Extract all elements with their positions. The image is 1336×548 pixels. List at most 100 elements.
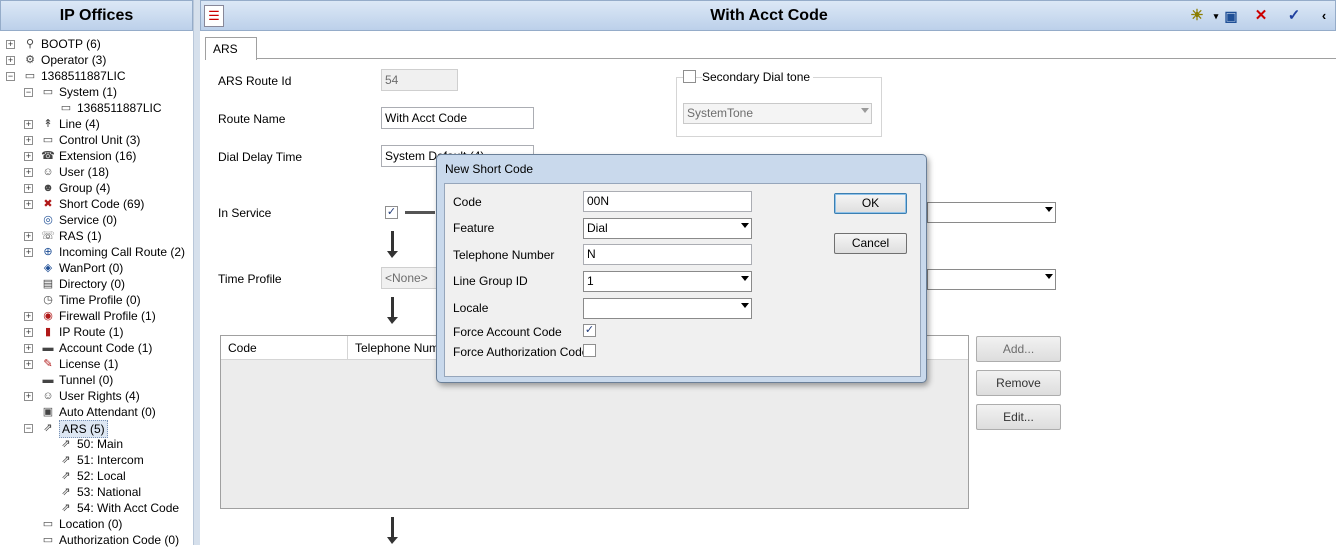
cancel-button[interactable]: Cancel	[834, 233, 907, 254]
tree-item[interactable]: ⇗ 54: With Acct Code	[0, 500, 194, 516]
expand-icon[interactable]: +	[24, 312, 33, 321]
time-profile-dropdown[interactable]	[927, 269, 1056, 290]
expand-icon[interactable]: +	[24, 200, 33, 209]
locale-select[interactable]	[583, 298, 752, 319]
tree-item[interactable]: + ◉ Firewall Profile (1)	[0, 308, 194, 324]
route-dropdown[interactable]	[927, 202, 1056, 223]
expand-icon[interactable]: +	[24, 360, 33, 369]
tree-item[interactable]: − ▭ System (1)	[0, 84, 194, 100]
navigation-panel-title: IP Offices	[0, 0, 193, 31]
dialog-body: Code 00N Feature Dial Telephone Number N…	[444, 183, 921, 377]
remove-button[interactable]: Remove	[976, 370, 1061, 396]
expand-icon[interactable]: +	[24, 232, 33, 241]
list-view-icon[interactable]: ☰	[204, 5, 224, 27]
tree-item-label: RAS (1)	[59, 229, 102, 243]
ok-button[interactable]: OK	[834, 193, 907, 214]
tree-item[interactable]: ▬ Tunnel (0)	[0, 372, 194, 388]
expand-icon[interactable]: +	[24, 344, 33, 353]
collapse-icon[interactable]: −	[6, 72, 15, 81]
expand-icon[interactable]: +	[24, 152, 33, 161]
detail-title: With Acct Code	[710, 7, 828, 24]
tree-item[interactable]: + ▮ IP Route (1)	[0, 324, 194, 340]
tab-ars[interactable]: ARS	[205, 37, 257, 60]
tree-item[interactable]: ▭ 1368511887LIC	[0, 100, 194, 116]
secondary-dial-tone-label: Secondary Dial tone	[702, 70, 814, 84]
code-field[interactable]: 00N	[583, 191, 752, 212]
telephone-number-label: Telephone Number	[453, 248, 555, 262]
delete-icon[interactable]: ✕	[1251, 6, 1271, 26]
tree-item-label: Firewall Profile (1)	[59, 309, 156, 323]
tree-item[interactable]: + ☻ Group (4)	[0, 180, 194, 196]
flow-arrow-icon	[387, 231, 398, 258]
secondary-dial-tone-checkbox[interactable]	[683, 70, 696, 83]
tree-item[interactable]: ⇗ 53: National	[0, 484, 194, 500]
tree-item[interactable]: ▣ Auto Attendant (0)	[0, 404, 194, 420]
tree-item[interactable]: + ⊕ Incoming Call Route (2)	[0, 244, 194, 260]
tree-item[interactable]: + ▭ Control Unit (3)	[0, 132, 194, 148]
feature-select[interactable]: Dial	[583, 218, 752, 239]
time-profile-label: Time Profile	[218, 272, 282, 286]
expand-icon[interactable]: +	[24, 248, 33, 257]
add-button[interactable]: Add...	[976, 336, 1061, 362]
tree-item[interactable]: ▭ Authorization Code (0)	[0, 532, 194, 548]
tree-item[interactable]: + ☺ User (18)	[0, 164, 194, 180]
tree-item[interactable]: ▤ Directory (0)	[0, 276, 194, 292]
service-icon: ◎	[43, 214, 53, 226]
expand-icon[interactable]: +	[24, 184, 33, 193]
secondary-dial-tone-select: SystemTone	[683, 103, 872, 124]
line-group-id-select[interactable]: 1	[583, 271, 752, 292]
tree-item[interactable]: + ↟ Line (4)	[0, 116, 194, 132]
expand-icon[interactable]: +	[6, 56, 15, 65]
expand-icon[interactable]: +	[6, 40, 15, 49]
tree-item-label: WanPort (0)	[59, 261, 124, 275]
tree-item[interactable]: + ☺ User Rights (4)	[0, 388, 194, 404]
navigation-panel: IP Offices + ⚲ BOOTP (6) + ⚙ Operator (3) − ▭ 13…	[0, 0, 194, 548]
collapse-icon[interactable]: −	[24, 88, 33, 97]
expand-icon[interactable]: +	[24, 168, 33, 177]
tree-item[interactable]: + ✎ License (1)	[0, 356, 194, 372]
tree-item[interactable]: − ▭ 1368511887LIC	[0, 68, 194, 84]
tree-item[interactable]: ◈ WanPort (0)	[0, 260, 194, 276]
validate-icon[interactable]: ✓	[1284, 6, 1304, 26]
tree-item[interactable]: + ⚲ BOOTP (6)	[0, 36, 194, 52]
export-icon[interactable]: ▣	[1221, 6, 1241, 26]
code-label: Code	[453, 195, 482, 209]
edit-button[interactable]: Edit...	[976, 404, 1061, 430]
tree-item-label: Operator (3)	[41, 53, 107, 67]
feature-label: Feature	[453, 221, 495, 235]
back-icon[interactable]: ‹	[1314, 6, 1334, 26]
collapse-icon[interactable]: −	[24, 424, 33, 433]
tree-item-label: IP Route (1)	[59, 325, 124, 339]
incoming-call-route-icon: ⊕	[43, 246, 53, 258]
telephone-number-field[interactable]: N	[583, 244, 752, 265]
expand-icon[interactable]: +	[24, 328, 33, 337]
tree-item-label: Extension (16)	[59, 149, 137, 163]
license-icon: ✎	[43, 358, 53, 370]
new-item-icon[interactable]: ☀	[1187, 6, 1207, 26]
tree-item[interactable]: ◎ Service (0)	[0, 212, 194, 228]
column-header-code[interactable]: Code	[221, 336, 348, 360]
time-profile-field[interactable]: <None>	[381, 267, 441, 289]
tree-item[interactable]: + ⚙ Operator (3)	[0, 52, 194, 68]
tree-item-label: Line (4)	[59, 117, 100, 131]
tunnel-icon: ▬	[42, 374, 54, 386]
tree-item[interactable]: + ☏ RAS (1)	[0, 228, 194, 244]
tree-item[interactable]: + ✖ Short Code (69)	[0, 196, 194, 212]
tree-item[interactable]: ▭ Location (0)	[0, 516, 194, 532]
expand-icon[interactable]: +	[24, 392, 33, 401]
tree-item[interactable]: ⇗ 51: Intercom	[0, 452, 194, 468]
tree-item[interactable]: + ▬ Account Code (1)	[0, 340, 194, 356]
route-name-field[interactable]: With Acct Code	[381, 107, 534, 129]
force-authorization-code-checkbox[interactable]	[583, 344, 596, 357]
tree-item[interactable]: − ⇗ ARS (5)	[0, 420, 194, 438]
expand-icon[interactable]: +	[24, 136, 33, 145]
tree-item[interactable]: ◷ Time Profile (0)	[0, 292, 194, 308]
tree-item[interactable]: ⇗ 50: Main	[0, 436, 194, 452]
tree-item[interactable]: ⇗ 52: Local	[0, 468, 194, 484]
directory-icon: ▤	[42, 278, 54, 290]
force-account-code-checkbox[interactable]: ✓	[583, 324, 596, 337]
expand-icon[interactable]: +	[24, 120, 33, 129]
in-service-checkbox[interactable]: ✓	[385, 206, 398, 219]
tree-item[interactable]: + ☎ Extension (16)	[0, 148, 194, 164]
tree-item-label: User Rights (4)	[59, 389, 140, 403]
